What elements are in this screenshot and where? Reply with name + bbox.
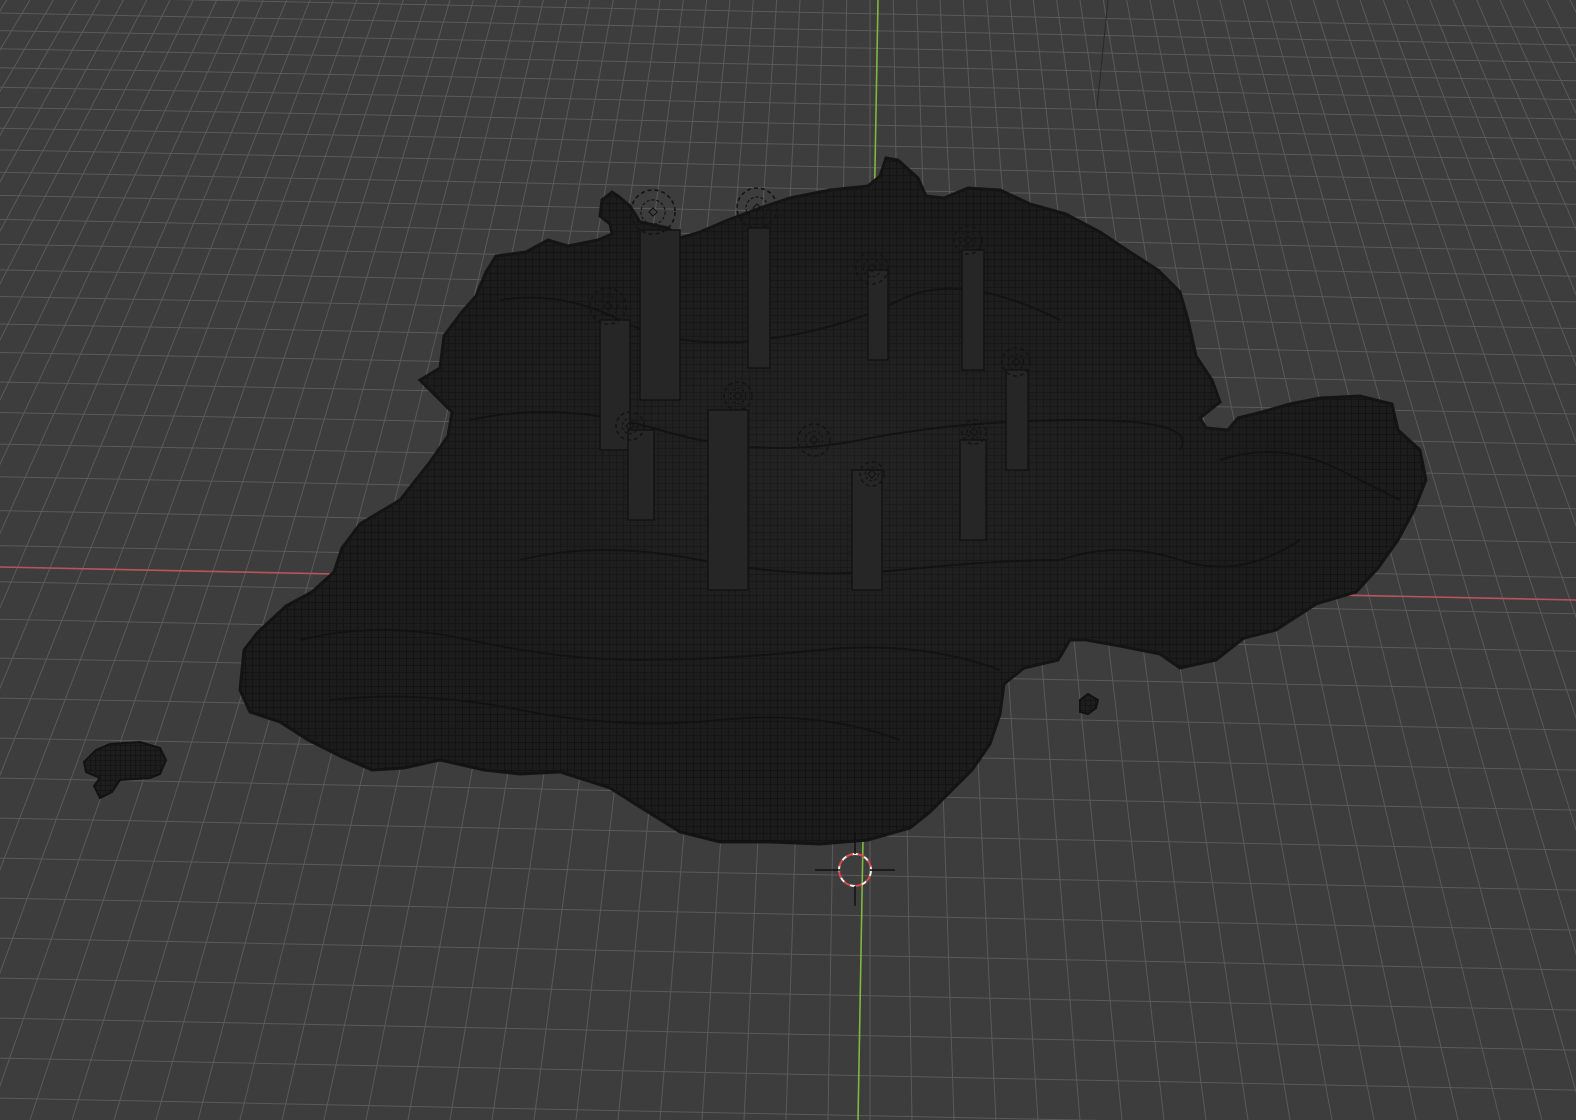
3d-viewport[interactable] [0,0,1576,1120]
viewport-canvas[interactable] [0,0,1576,1120]
